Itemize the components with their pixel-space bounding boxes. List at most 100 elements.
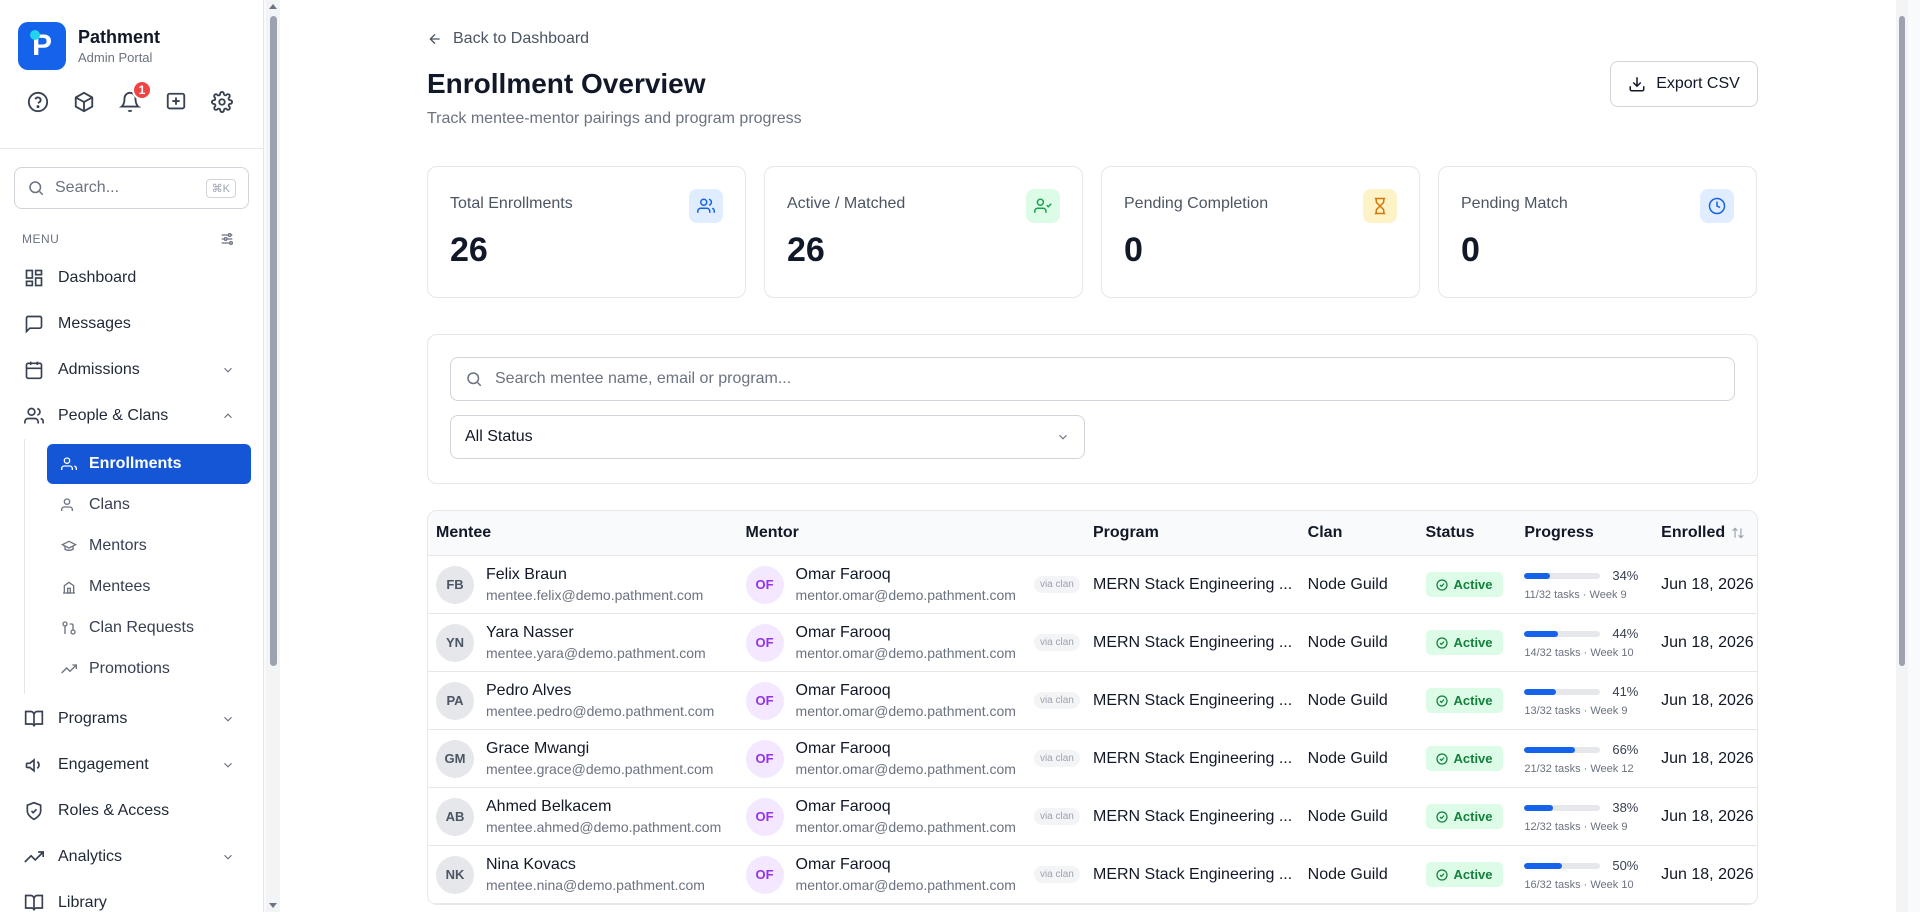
export-csv-button[interactable]: Export CSV bbox=[1610, 61, 1758, 107]
sidebar-item-clans[interactable]: Clans bbox=[47, 485, 251, 525]
gear-icon[interactable] bbox=[210, 90, 234, 114]
clan-cell: Node Guild bbox=[1307, 865, 1388, 883]
mentor-name[interactable]: Omar Farooq bbox=[796, 740, 1016, 758]
book-icon bbox=[24, 894, 44, 911]
mentor-name[interactable]: Omar Farooq bbox=[796, 624, 1016, 642]
mentee-name[interactable]: Yara Nasser bbox=[486, 624, 706, 642]
mentee-avatar: GM bbox=[436, 739, 474, 778]
mentor-email: mentor.omar@demo.pathment.com bbox=[795, 819, 1016, 835]
sliders-icon[interactable] bbox=[219, 231, 235, 247]
mentee-name[interactable]: Grace Mwangi bbox=[486, 740, 713, 758]
mentee-name[interactable]: Felix Braun bbox=[486, 566, 703, 584]
brand[interactable]: P Pathment Admin Portal bbox=[0, 0, 263, 72]
sidebar-search-input[interactable]: Search... ⌘K bbox=[14, 167, 249, 209]
shield-check-icon bbox=[26, 801, 42, 821]
mentor-email: mentor.omar@demo.pathment.com bbox=[795, 587, 1016, 603]
mentor-name[interactable]: Omar Farooq bbox=[796, 856, 1016, 874]
message-plus-icon[interactable] bbox=[164, 90, 188, 114]
mentor-avatar: OF bbox=[745, 739, 784, 778]
mentee-search-input[interactable]: Search mentee name, email or program... bbox=[450, 357, 1735, 401]
back-label: Back to Dashboard bbox=[453, 30, 590, 47]
mentee-avatar: AB bbox=[436, 797, 474, 836]
mentee-email: mentee.pedro@demo.pathment.com bbox=[486, 703, 715, 719]
table-row[interactable]: PA Pedro Alves mentee.pedro@demo.pathmen… bbox=[428, 672, 1757, 730]
header-enrolled[interactable]: Enrolled bbox=[1661, 524, 1757, 542]
status-select[interactable]: All Status bbox=[450, 415, 1085, 459]
mentor-cell: OF Omar Farooq mentor.omar@demo.pathment… bbox=[740, 855, 1093, 894]
nav-item-admissions[interactable]: Admissions bbox=[0, 347, 263, 393]
mentor-name[interactable]: Omar Farooq bbox=[796, 566, 1016, 584]
table-row[interactable]: YN Yara Nasser mentee.yara@demo.pathment… bbox=[428, 614, 1757, 672]
nav-label: Roles & Access bbox=[58, 802, 170, 819]
mentee-name[interactable]: Pedro Alves bbox=[486, 682, 714, 700]
school-icon bbox=[63, 581, 75, 594]
bell-icon[interactable]: 1 bbox=[118, 80, 152, 114]
main-nav: Dashboard Messages Admissions People & C… bbox=[0, 247, 263, 439]
mentee-name[interactable]: Ahmed Belkacem bbox=[486, 798, 721, 816]
nav-item-analytics[interactable]: Analytics bbox=[0, 834, 263, 880]
mentor-avatar: OF bbox=[745, 623, 784, 662]
mentor-avatar: OF bbox=[745, 565, 784, 604]
mentee-avatar: YN bbox=[436, 623, 474, 662]
clan-cell: Node Guild bbox=[1307, 575, 1388, 593]
page-scrollbar[interactable] bbox=[1896, 0, 1908, 912]
status-text: Active bbox=[1453, 577, 1493, 592]
sidebar-item-enrollments[interactable]: Enrollments bbox=[47, 444, 251, 484]
mentor-name[interactable]: Omar Farooq bbox=[796, 798, 1016, 816]
check-circle-icon bbox=[1435, 868, 1448, 881]
scroll-up-arrow[interactable] bbox=[269, 4, 277, 9]
mentor-avatar: OF bbox=[745, 681, 784, 720]
progress-cell: 38% 12/32 tasks · Week 9 bbox=[1524, 800, 1661, 833]
mentee-name[interactable]: Nina Kovacs bbox=[486, 856, 705, 874]
chevron-up-icon bbox=[224, 413, 232, 419]
progress-percent: 44% bbox=[1612, 626, 1639, 641]
pathment-logo: P bbox=[18, 22, 66, 70]
status-text: Active bbox=[1453, 751, 1493, 766]
nav-item-messages[interactable]: Messages bbox=[0, 301, 263, 347]
divider bbox=[0, 148, 263, 149]
table-row[interactable]: NK Nina Kovacs mentee.nina@demo.pathment… bbox=[428, 846, 1757, 904]
users-icon bbox=[24, 407, 44, 424]
nav-label: Library bbox=[58, 894, 107, 911]
header-clan: Clan bbox=[1307, 524, 1343, 541]
table-row[interactable]: GM Grace Mwangi mentee.grace@demo.pathme… bbox=[428, 730, 1757, 788]
user-check-icon bbox=[1026, 189, 1060, 223]
progress-bar bbox=[1524, 630, 1601, 637]
trending-up-icon bbox=[24, 851, 44, 863]
progress-detail: 11/32 tasks · Week 9 bbox=[1524, 589, 1627, 601]
table-row[interactable]: FB Felix Braun mentee.felix@demo.pathmen… bbox=[428, 556, 1757, 614]
nav-item-library[interactable]: Library bbox=[0, 880, 263, 912]
users-icon bbox=[689, 189, 723, 223]
chevron-down-icon bbox=[224, 367, 232, 373]
page-scroll-thumb[interactable] bbox=[1899, 16, 1905, 666]
sidebar-scrollbar[interactable] bbox=[266, 0, 280, 912]
download-icon bbox=[1629, 77, 1645, 92]
sidebar-item-mentors[interactable]: Mentors bbox=[47, 526, 251, 566]
status-badge: Active bbox=[1425, 572, 1503, 597]
table-row[interactable]: AB Ahmed Belkacem mentee.ahmed@demo.path… bbox=[428, 788, 1757, 846]
nav-item-people-clans[interactable]: People & Clans bbox=[0, 393, 263, 439]
back-to-dashboard-link[interactable]: Back to Dashboard bbox=[427, 30, 1758, 48]
check-circle-icon bbox=[1435, 636, 1448, 649]
sidebar-item-mentees[interactable]: Mentees bbox=[47, 567, 251, 607]
quick-actions: 1 bbox=[0, 72, 263, 134]
sidebar-item-clan-requests[interactable]: Clan Requests bbox=[47, 608, 251, 648]
nav-item-engagement[interactable]: Engagement bbox=[0, 742, 263, 788]
scroll-thumb[interactable] bbox=[270, 16, 277, 666]
sidebar-item-promotions[interactable]: Promotions bbox=[47, 649, 251, 689]
scroll-down-arrow[interactable] bbox=[269, 903, 277, 908]
via-clan-badge: via clan bbox=[1033, 866, 1080, 883]
enrolled-date: Jun 18, 2026 bbox=[1661, 633, 1754, 651]
progress-percent: 41% bbox=[1612, 684, 1639, 699]
package-icon[interactable] bbox=[72, 90, 96, 114]
nav-item-dashboard[interactable]: Dashboard bbox=[0, 255, 263, 301]
program-cell: MERN Stack Engineering ... bbox=[1093, 633, 1293, 651]
mentor-avatar: OF bbox=[745, 855, 784, 894]
mentor-name[interactable]: Omar Farooq bbox=[796, 682, 1016, 700]
enrollments-table: Mentee Mentor Program Clan Status Progre… bbox=[427, 510, 1758, 905]
via-clan-badge: via clan bbox=[1033, 576, 1080, 593]
progress-cell: 34% 11/32 tasks · Week 9 bbox=[1524, 568, 1661, 601]
nav-item-roles-access[interactable]: Roles & Access bbox=[0, 788, 263, 834]
nav-item-programs[interactable]: Programs bbox=[0, 696, 263, 742]
help-circle-icon[interactable] bbox=[26, 90, 50, 114]
